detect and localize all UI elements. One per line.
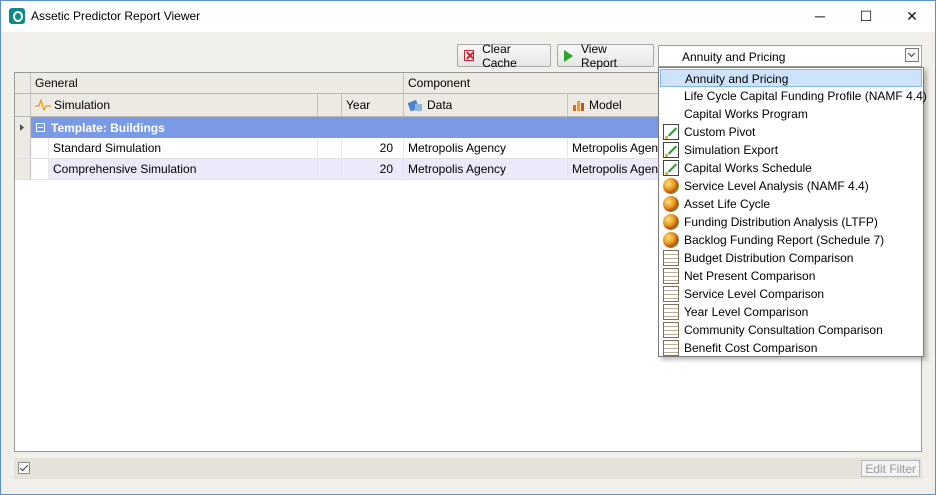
report-option-label: Asset Life Cycle xyxy=(684,197,771,211)
chart-ball-icon xyxy=(663,196,679,212)
indent-cell xyxy=(31,138,49,158)
report-dropdown-list: Annuity and Pricing Life Cycle Capital F… xyxy=(658,67,927,357)
chevron-down-icon[interactable] xyxy=(905,48,919,62)
filter-checkbox[interactable] xyxy=(18,462,30,474)
row-selector[interactable] xyxy=(15,117,31,138)
column-header-spacer xyxy=(318,94,342,116)
clear-cache-label: Clear Cache xyxy=(482,41,517,70)
pivot-icon xyxy=(663,124,679,140)
report-option-backlog-funding-report[interactable]: Backlog Funding Report (Schedule 7) xyxy=(660,231,922,249)
cell-simulation: Standard Simulation xyxy=(49,138,318,158)
report-option-label: Capital Works Schedule xyxy=(684,161,812,175)
cell-data: Metropolis Agency xyxy=(404,138,568,158)
group-row-label: Template: Buildings xyxy=(51,120,165,135)
report-option-label: Simulation Export xyxy=(684,143,779,157)
collapse-icon[interactable] xyxy=(36,123,45,132)
row-selector[interactable] xyxy=(15,159,31,179)
chart-ball-icon xyxy=(663,178,679,194)
report-option-label: Life Cycle Capital Funding Profile (NAMF… xyxy=(684,89,927,103)
cell-year: 20 xyxy=(342,138,404,158)
report-option-benefit-cost-comparison[interactable]: Benefit Cost Comparison xyxy=(660,339,922,357)
app-window: Assetic Predictor Report Viewer ─ ☐ ✕ Cl… xyxy=(0,0,936,495)
report-option-funding-distribution-analysis[interactable]: Funding Distribution Analysis (LTFP) xyxy=(660,213,922,231)
pivot-icon xyxy=(663,142,679,158)
document-icon xyxy=(663,286,679,302)
chart-ball-icon xyxy=(663,232,679,248)
report-option-label: Service Level Comparison xyxy=(684,287,825,301)
report-option-label: Benefit Cost Comparison xyxy=(684,341,818,355)
report-option-asset-life-cycle[interactable]: Asset Life Cycle xyxy=(660,195,922,213)
column-header-year[interactable]: Year xyxy=(342,94,404,116)
report-option-label: Community Consultation Comparison xyxy=(684,323,883,337)
column-label-model: Model xyxy=(589,98,622,112)
report-option-year-level-comparison[interactable]: Year Level Comparison xyxy=(660,303,922,321)
report-option-service-level-comparison[interactable]: Service Level Comparison xyxy=(660,285,922,303)
group-row-cell: Template: Buildings xyxy=(31,117,651,138)
view-report-button[interactable]: View Report xyxy=(557,41,654,70)
cell-simulation: Comprehensive Simulation xyxy=(49,159,318,179)
report-option-label: Custom Pivot xyxy=(684,125,756,139)
column-header-data[interactable]: Data xyxy=(404,94,568,116)
row-pointer-icon xyxy=(20,124,24,131)
pulse-icon xyxy=(35,99,51,111)
clear-cache-button[interactable]: Clear Cache xyxy=(457,41,551,70)
document-icon xyxy=(663,322,679,338)
report-option-label: Net Present Comparison xyxy=(684,269,816,283)
report-option-label: Backlog Funding Report (Schedule 7) xyxy=(684,233,885,247)
cell-year: 20 xyxy=(342,159,404,179)
chart-ball-icon xyxy=(663,214,679,230)
window-title: Assetic Predictor Report Viewer xyxy=(31,9,201,23)
report-select-value: Annuity and Pricing xyxy=(682,50,786,64)
document-icon xyxy=(663,250,679,266)
document-icon xyxy=(663,340,679,356)
play-icon xyxy=(564,49,573,62)
filter-bar: Edit Filter xyxy=(14,458,922,479)
database-icon xyxy=(408,99,422,112)
group-header-general: General xyxy=(31,73,404,93)
clear-icon xyxy=(464,50,475,61)
document-icon xyxy=(663,304,679,320)
view-report-label: View Report xyxy=(581,41,618,70)
report-option-capital-works-program[interactable]: Capital Works Program xyxy=(660,105,922,123)
report-option-label: Budget Distribution Comparison xyxy=(684,251,854,265)
app-logo-icon xyxy=(9,8,25,24)
minimize-button[interactable]: ─ xyxy=(797,1,843,32)
report-select[interactable]: Annuity and Pricing xyxy=(658,45,922,67)
maximize-button[interactable]: ☐ xyxy=(843,1,889,32)
toolbar: Clear Cache View Report Annuity and Pric… xyxy=(1,32,935,72)
report-option-label: Capital Works Program xyxy=(684,107,808,121)
pivot-icon xyxy=(663,160,679,176)
report-option-annuity-and-pricing[interactable]: Annuity and Pricing xyxy=(660,69,922,87)
bar-chart-icon xyxy=(573,101,584,111)
report-option-simulation-export[interactable]: Simulation Export xyxy=(660,141,922,159)
column-label-data: Data xyxy=(427,98,453,112)
cell-data: Metropolis Agency xyxy=(404,159,568,179)
report-option-label: Funding Distribution Analysis (LTFP) xyxy=(684,215,878,229)
report-option-label: Service Level Analysis (NAMF 4.4) xyxy=(684,179,869,193)
report-option-life-cycle-capital-funding[interactable]: Life Cycle Capital Funding Profile (NAMF… xyxy=(660,87,927,105)
document-icon xyxy=(663,268,679,284)
edit-filter-button[interactable]: Edit Filter xyxy=(861,460,920,477)
column-header-simulation[interactable]: Simulation xyxy=(31,94,318,116)
report-option-budget-distribution-comparison[interactable]: Budget Distribution Comparison xyxy=(660,249,922,267)
indent-cell xyxy=(31,159,49,179)
row-selector[interactable] xyxy=(15,138,31,158)
report-option-service-level-analysis[interactable]: Service Level Analysis (NAMF 4.4) xyxy=(660,177,922,195)
corner-cell xyxy=(15,94,31,116)
close-button[interactable]: ✕ xyxy=(889,1,935,32)
report-option-net-present-comparison[interactable]: Net Present Comparison xyxy=(660,267,922,285)
report-option-custom-pivot[interactable]: Custom Pivot xyxy=(660,123,922,141)
report-option-label: Annuity and Pricing xyxy=(685,72,789,86)
title-bar: Assetic Predictor Report Viewer ─ ☐ ✕ xyxy=(1,1,935,32)
corner-cell xyxy=(15,73,31,93)
column-label-simulation: Simulation xyxy=(54,98,111,112)
cell-spacer xyxy=(318,138,342,158)
cell-spacer xyxy=(318,159,342,179)
report-option-label: Year Level Comparison xyxy=(684,305,809,319)
report-option-community-consultation-comparison[interactable]: Community Consultation Comparison xyxy=(660,321,922,339)
report-option-capital-works-schedule[interactable]: Capital Works Schedule xyxy=(660,159,922,177)
